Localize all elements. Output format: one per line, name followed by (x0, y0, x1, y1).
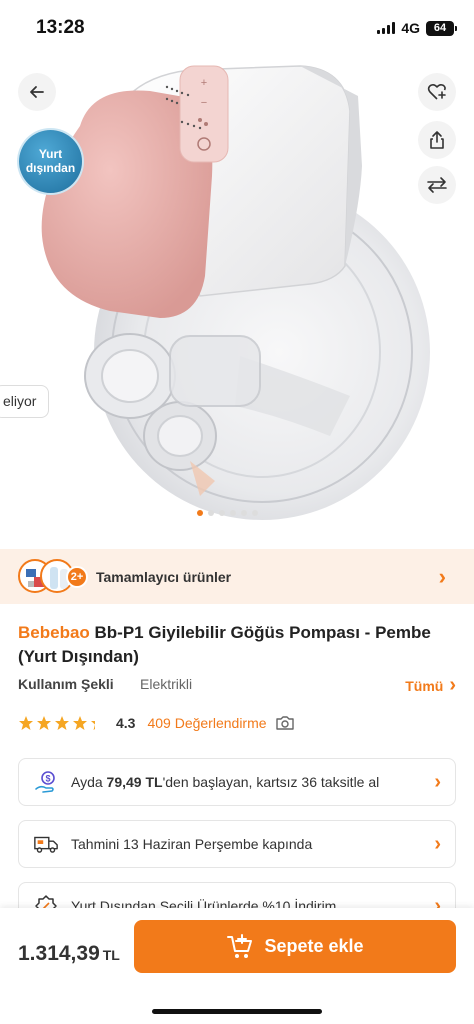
star-icon (37, 716, 51, 730)
chevron-right-icon: › (449, 674, 456, 696)
arrow-left-icon (30, 86, 44, 98)
attribute-row: Kullanım Şekli Elektrikli Tümü › (18, 674, 456, 697)
bottom-action-bar: 1.314,39 TL Sepete ekle (0, 908, 474, 1024)
svg-text:$: $ (45, 774, 50, 784)
brand-link[interactable]: Bebebao (18, 623, 90, 642)
star-icon (19, 716, 33, 730)
cart-plus-icon (227, 933, 253, 958)
favorite-button[interactable] (418, 73, 456, 111)
battery-icon: 64 (426, 20, 457, 36)
add-to-cart-button[interactable]: Sepete ekle (134, 920, 456, 973)
all-attributes-label: Tümü (405, 677, 444, 694)
product-image-gallery[interactable]: + − Yurt dışından eliyor (0, 56, 474, 526)
status-indicators: 4G 64 (377, 20, 457, 36)
status-time: 13:28 (36, 17, 85, 38)
compare-arrows-icon (427, 177, 447, 193)
star-icon (91, 716, 105, 730)
pagination-dot[interactable] (252, 510, 258, 516)
coin-hand-icon: $ (33, 769, 59, 795)
share-button[interactable] (418, 121, 456, 159)
chevron-right-icon: › (434, 770, 441, 793)
network-label: 4G (401, 20, 420, 36)
product-title: Bebebao Bb-P1 Giyilebilir Göğüs Pompası … (18, 621, 438, 669)
complementary-label: Tamamlayıcı ürünler (96, 568, 232, 585)
chevron-right-icon: › (438, 563, 446, 589)
delivery-card[interactable]: Tahmini 13 Haziran Perşembe kapında › (18, 820, 456, 868)
price-currency: TL (102, 947, 120, 963)
installment-card[interactable]: $ Ayda 79,49 TL'den başlayan, kartsız 36… (18, 758, 456, 806)
delivery-text: Tahmini 13 Haziran Perşembe kapında (71, 836, 313, 852)
pagination-dot[interactable] (197, 510, 203, 516)
rating-row[interactable]: 4.3 409 Değerlendirme (18, 712, 295, 734)
signal-icon (377, 22, 396, 34)
installment-text: Ayda 79,49 TL'den başlayan, kartsız 36 t… (71, 774, 380, 790)
installment-amount: 79,49 TL (106, 774, 163, 790)
star-icon (55, 716, 69, 730)
compare-button[interactable] (418, 166, 456, 204)
status-bar: 13:28 4G 64 (0, 0, 474, 56)
svg-text:−: − (201, 97, 207, 109)
attribute-value: Elektrikli (140, 676, 193, 692)
pagination-dot[interactable] (219, 510, 225, 516)
product-image: + − (41, 65, 430, 520)
review-count-link[interactable]: 409 Değerlendirme (147, 715, 266, 731)
origin-badge-line2: dışından (25, 161, 76, 175)
price: 1.314,39 TL (18, 942, 120, 966)
rating-stars (18, 715, 106, 731)
complementary-products-bar[interactable]: 2+ Tamamlayıcı ürünler › (0, 549, 474, 604)
all-attributes-link[interactable]: Tümü › (405, 674, 456, 697)
pagination-dot[interactable] (230, 510, 236, 516)
rating-value: 4.3 (116, 715, 136, 731)
add-to-cart-label: Sepete ekle (264, 936, 364, 956)
pagination-dot[interactable] (208, 510, 214, 516)
heart-plus-icon (427, 83, 446, 100)
share-icon (430, 131, 444, 149)
back-button[interactable] (18, 73, 56, 111)
image-pagination (197, 510, 258, 516)
chevron-right-icon: › (434, 832, 441, 855)
price-value: 1.314,39 (18, 942, 100, 965)
attribute-key: Kullanım Şekli (18, 676, 114, 692)
pagination-dot[interactable] (241, 510, 247, 516)
star-icon (73, 716, 87, 730)
side-pill[interactable]: eliyor (0, 385, 50, 418)
truck-icon (33, 831, 59, 857)
camera-icon (275, 716, 294, 730)
origin-badge-line1: Yurt (38, 147, 63, 161)
complementary-count-badge: 2+ (66, 565, 88, 588)
complementary-thumbnails: 2+ (18, 557, 98, 597)
origin-badge: Yurt dışından (19, 130, 82, 193)
svg-text:+: + (201, 77, 207, 89)
home-indicator[interactable] (152, 1009, 322, 1014)
